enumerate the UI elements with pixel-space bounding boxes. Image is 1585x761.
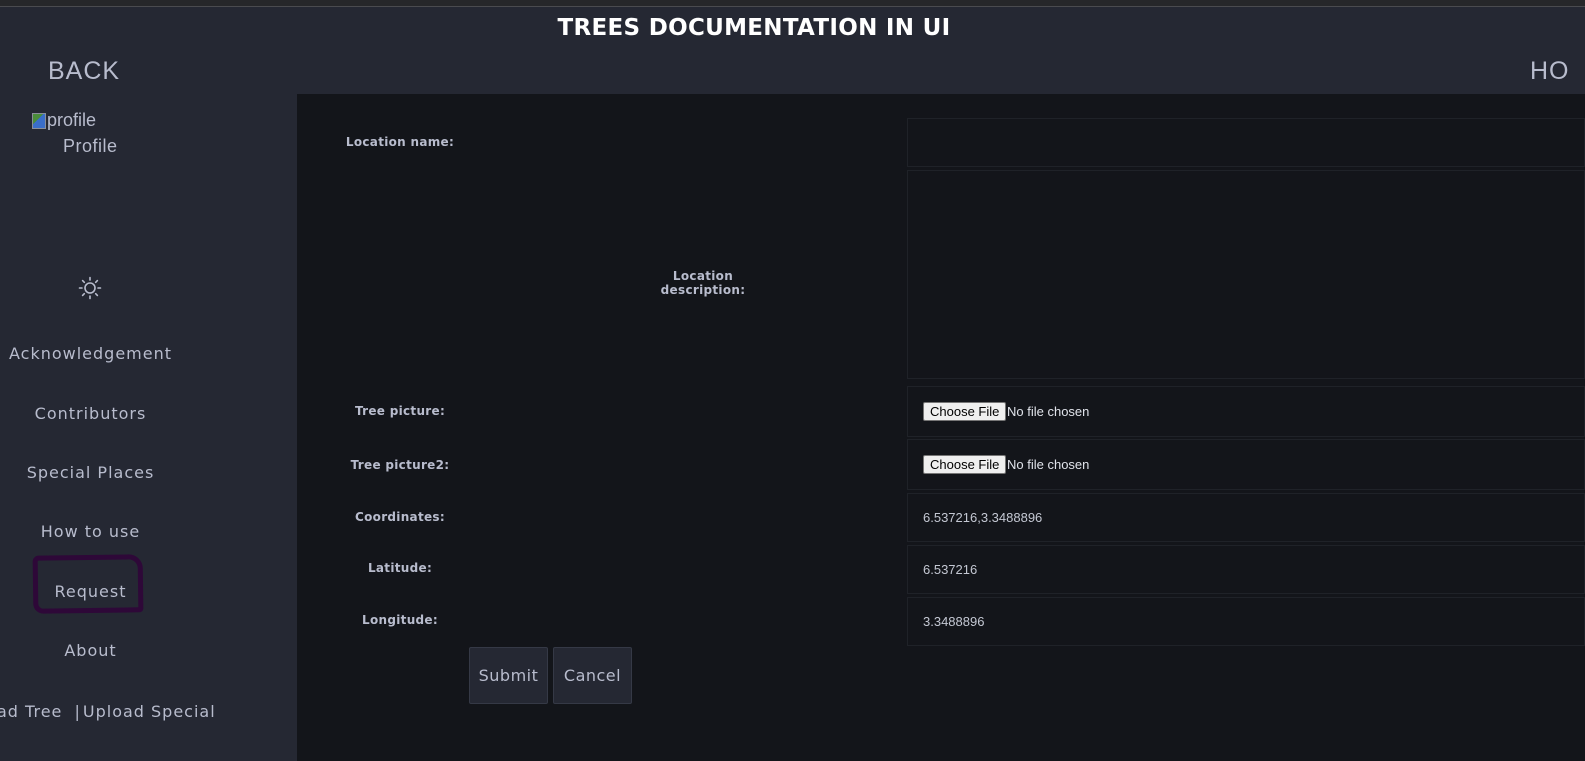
location-name-label: Location name: — [345, 135, 455, 149]
location-name-input[interactable] — [907, 118, 1585, 167]
upload-separator: | — [74, 702, 81, 721]
broken-image-icon — [32, 112, 46, 129]
sidebar-item-contributors[interactable]: Contributors — [0, 404, 181, 423]
tree-picture2-choose-file-button[interactable]: Choose File — [923, 455, 1007, 474]
profile-image-alt: profile — [47, 110, 97, 130]
sidebar-item-request[interactable]: Request — [0, 582, 181, 601]
longitude-value: 3.3488896 — [923, 614, 985, 629]
sun-icon[interactable] — [78, 276, 102, 300]
location-description-label: Location description: — [660, 269, 746, 297]
latitude-value: 6.537216 — [923, 562, 978, 577]
location-description-textarea[interactable] — [907, 170, 1585, 379]
coordinates-label: Coordinates: — [355, 510, 445, 524]
latitude-label: Latitude: — [367, 561, 433, 575]
tree-picture2-file-status: No file chosen — [1007, 457, 1090, 472]
upload-links: ad Tree | Upload Special — [0, 702, 216, 721]
tree-picture-label: Tree picture: — [354, 404, 446, 418]
sidebar-item-acknowledgement[interactable]: Acknowledgement — [0, 344, 181, 363]
tree-picture-choose-file-button[interactable]: Choose File — [923, 402, 1007, 421]
home-link[interactable]: HO — [1530, 57, 1570, 86]
tree-picture-file-input: Choose File No file chosen — [907, 386, 1585, 437]
sidebar-item-how-to-use[interactable]: How to use — [0, 522, 181, 541]
browser-frame-edge — [0, 0, 1585, 7]
top-header: TREES DOCUMENTATION IN UI BACK HO — [0, 7, 1585, 94]
profile-image[interactable]: profile — [32, 110, 96, 131]
longitude-input[interactable]: 3.3488896 — [907, 597, 1585, 646]
upload-tree-link[interactable]: ad Tree — [0, 702, 62, 721]
coordinates-input[interactable]: 6.537216,3.3488896 — [907, 493, 1585, 542]
sidebar-item-special-places[interactable]: Special Places — [0, 463, 181, 482]
upload-special-link[interactable]: Upload Special — [83, 702, 216, 721]
longitude-label: Longitude: — [362, 613, 438, 627]
submit-button[interactable]: Submit — [469, 647, 548, 704]
tree-picture2-file-input: Choose File No file chosen — [907, 439, 1585, 490]
latitude-input[interactable]: 6.537216 — [907, 545, 1585, 594]
sidebar: profile Profile Acknowledgement Contribu… — [0, 94, 297, 761]
tree-picture-file-status: No file chosen — [1007, 404, 1090, 419]
page-title: TREES DOCUMENTATION IN UI — [557, 15, 951, 41]
sidebar-item-about[interactable]: About — [0, 641, 181, 660]
coordinates-value: 6.537216,3.3488896 — [923, 510, 1043, 525]
profile-link[interactable]: Profile — [63, 136, 118, 157]
back-link[interactable]: BACK — [48, 57, 120, 86]
cancel-button[interactable]: Cancel — [553, 647, 632, 704]
tree-picture2-label: Tree picture2: — [350, 458, 450, 472]
